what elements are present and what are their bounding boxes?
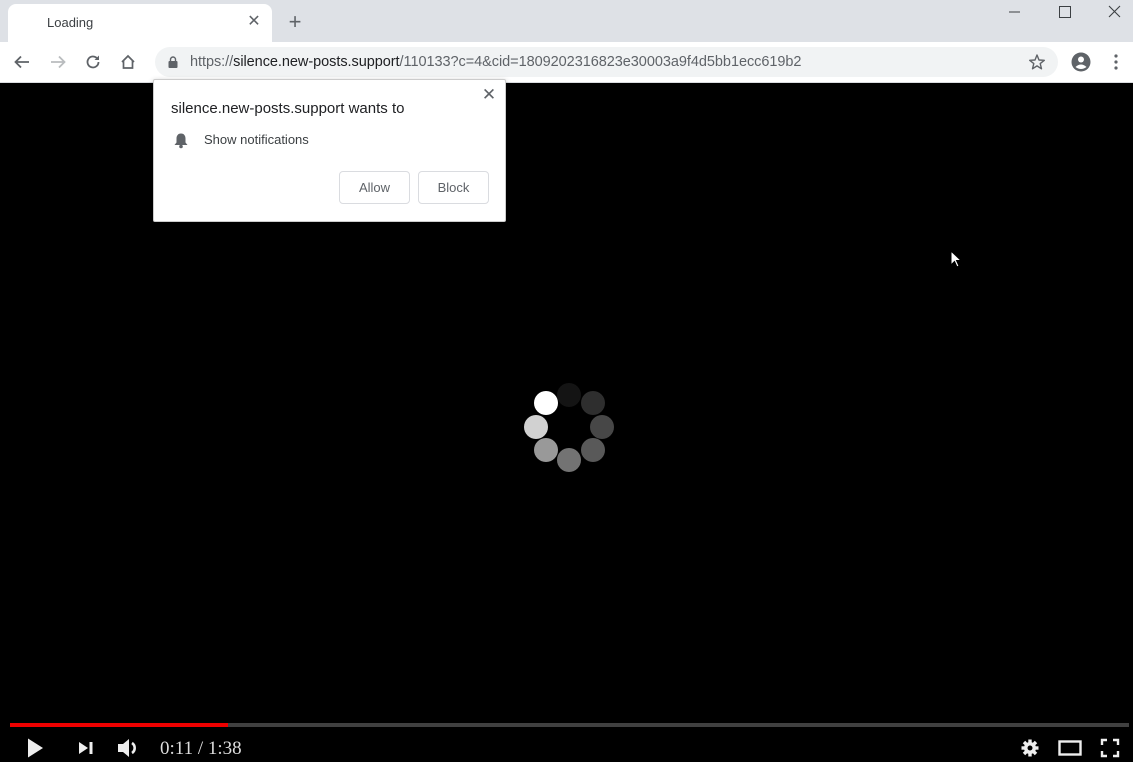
new-tab-plus-icon[interactable]: + — [284, 11, 306, 33]
spinner-dot — [590, 415, 614, 439]
permission-label: Show notifications — [204, 132, 309, 147]
volume-icon — [118, 739, 136, 757]
play-button[interactable] — [22, 735, 48, 761]
window-close-button[interactable] — [1091, 0, 1133, 28]
spinner-dot — [557, 383, 581, 407]
home-button[interactable] — [116, 50, 140, 74]
popup-close-icon[interactable]: ✕ — [480, 86, 498, 104]
url-scheme: https:// — [190, 54, 234, 70]
home-icon — [121, 54, 135, 69]
duration: 1:38 — [207, 738, 242, 759]
allow-button[interactable]: Allow — [339, 171, 410, 204]
close-icon — [1108, 5, 1121, 18]
maximize-icon — [1059, 6, 1071, 18]
spinner-dot — [534, 391, 558, 415]
tab-close-icon[interactable]: ✕ — [245, 13, 263, 31]
menu-button[interactable] — [1104, 50, 1128, 74]
spinner-dot — [524, 415, 548, 439]
popup-title: silence.new-posts.support wants to — [171, 100, 405, 117]
video-progress-bar[interactable] — [10, 723, 1129, 727]
arrow-right-icon — [51, 55, 66, 69]
minimize-button[interactable] — [991, 0, 1037, 28]
url-text[interactable]: https://silence.new-posts.support/110133… — [190, 54, 802, 70]
loading-spinner — [520, 380, 620, 480]
next-icon — [79, 742, 93, 754]
maximize-button[interactable] — [1041, 0, 1087, 28]
play-icon — [28, 738, 43, 758]
notification-permission-popup: silence.new-posts.support wants to ✕ Sho… — [153, 79, 506, 222]
fullscreen-icon — [1100, 738, 1120, 758]
browser-toolbar: https://silence.new-posts.support/110133… — [0, 42, 1133, 83]
star-icon[interactable] — [1028, 53, 1046, 71]
fullscreen-button[interactable] — [1097, 735, 1123, 761]
time-separator: / — [193, 738, 208, 759]
reload-button[interactable] — [81, 50, 105, 74]
settings-icon — [1021, 739, 1039, 757]
spinner-dot — [581, 391, 605, 415]
mouse-cursor-icon — [950, 250, 963, 268]
reload-icon — [86, 55, 100, 69]
account-icon — [1071, 52, 1091, 72]
address-bar[interactable]: https://silence.new-posts.support/110133… — [155, 47, 1058, 77]
block-button[interactable]: Block — [418, 171, 489, 204]
theater-icon — [1058, 740, 1082, 756]
settings-button[interactable] — [1017, 735, 1043, 761]
bell-icon — [174, 133, 188, 149]
back-button[interactable] — [10, 50, 34, 74]
url-host: silence.new-posts.support — [233, 54, 400, 70]
title-bar: Loading ✕ + — [0, 0, 1133, 42]
minimize-icon — [1009, 11, 1020, 13]
browser-tab[interactable]: Loading ✕ — [8, 4, 272, 42]
lock-icon — [168, 56, 178, 68]
current-time: 0:11 — [160, 738, 194, 759]
spinner-dot — [534, 438, 558, 462]
time-display: 0:11 / 1:38 — [160, 738, 242, 760]
next-button[interactable] — [73, 735, 99, 761]
video-progress-played — [10, 723, 229, 727]
arrow-left-icon — [14, 55, 29, 69]
tab-title: Loading — [47, 15, 94, 30]
more-vert-icon — [1114, 54, 1118, 70]
url-path: /110133?c=4&cid=1809202316823e30003a9f4d… — [399, 54, 802, 70]
profile-button[interactable] — [1069, 50, 1093, 74]
spinner-dot — [557, 448, 581, 472]
forward-button[interactable] — [46, 50, 70, 74]
theater-mode-button[interactable] — [1056, 735, 1084, 761]
spinner-dot — [581, 438, 605, 462]
volume-button[interactable] — [115, 735, 143, 761]
